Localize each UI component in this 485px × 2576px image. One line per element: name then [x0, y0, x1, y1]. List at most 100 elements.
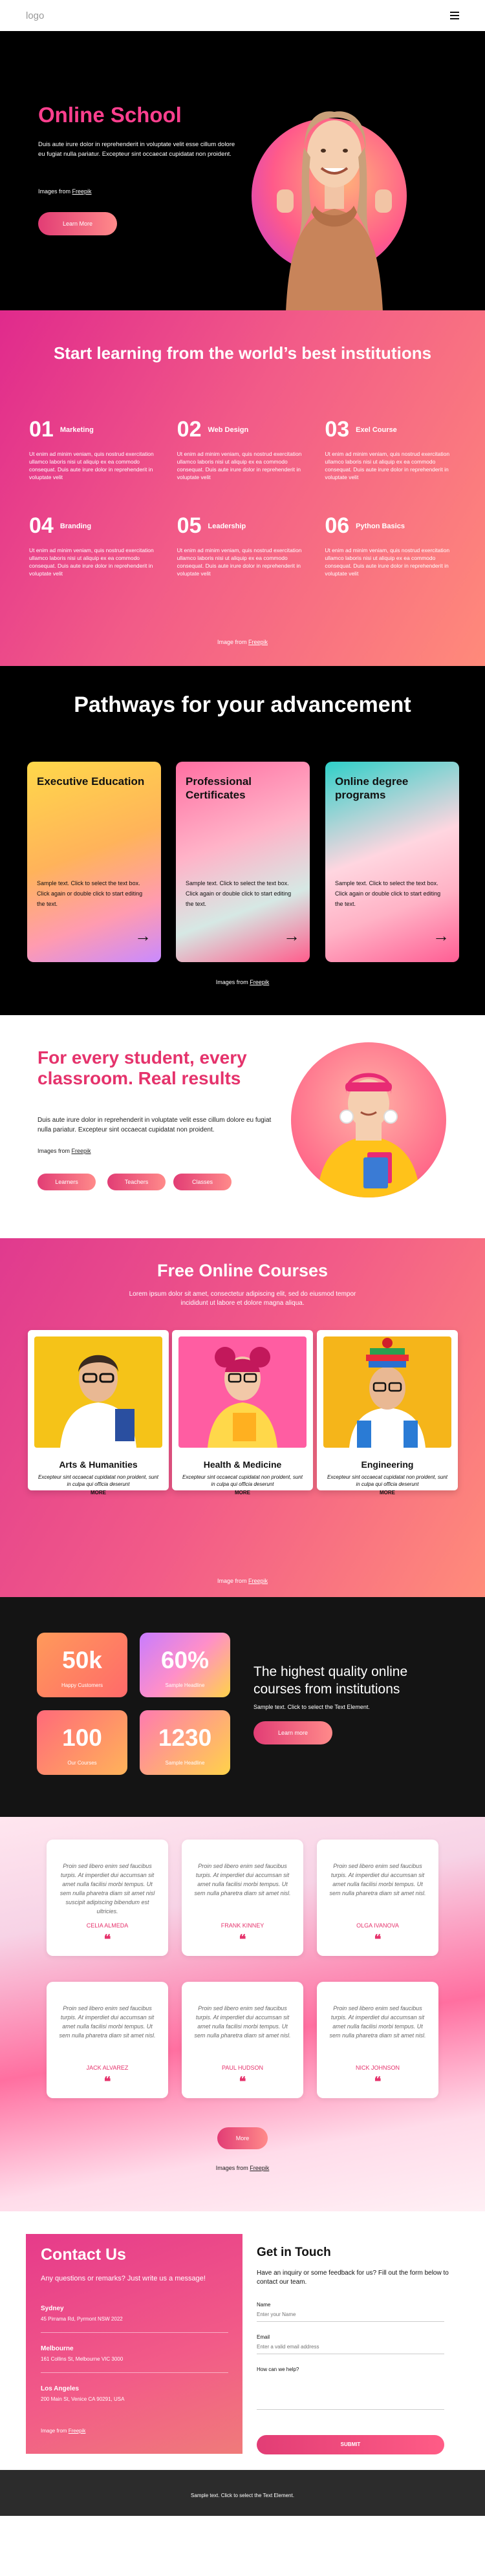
- stat-card: 60% Sample Headline: [140, 1633, 230, 1697]
- credit-prefix: Image from: [41, 2428, 67, 2434]
- testimonial-name: JACK ALVAREZ: [86, 2065, 129, 2071]
- divider: [41, 2372, 228, 2373]
- stat-label: Happy Customers: [61, 1682, 103, 1688]
- stat-value: 100: [62, 1724, 102, 1751]
- testimonial-card: Proin sed libero enim sed faucibus turpi…: [317, 1982, 438, 2098]
- arrow-right-icon[interactable]: →: [283, 926, 300, 946]
- testimonial-name: CELIA ALMEDA: [86, 1922, 129, 1929]
- topic-number: 02: [177, 417, 202, 442]
- footer-text: Sample text. Click to select the Text El…: [191, 2493, 294, 2498]
- teachers-button[interactable]: Teachers: [107, 1174, 166, 1190]
- testimonial-card: Proin sed libero enim sed faucibus turpi…: [47, 1982, 168, 2098]
- more-testimonials-button[interactable]: More: [217, 2127, 268, 2149]
- topic-item: 03 Exel Course Ut enim ad minim veniam, q…: [325, 417, 456, 481]
- course-card-engineering[interactable]: Engineering Excepteur sint occaecat cupi…: [317, 1330, 458, 1496]
- pathways-image-credit: Images from Freepik: [0, 979, 485, 985]
- testimonial-name: PAUL HUDSON: [221, 2065, 263, 2071]
- pathway-card-text: Sample text. Click to select the text bo…: [186, 880, 292, 907]
- office-address: 45 Pirrama Rd, Pyrmont NSW 2022: [41, 2316, 123, 2322]
- stat-value: 1230: [158, 1724, 212, 1751]
- testimonial-quote: Proin sed libero enim sed faucibus turpi…: [329, 2005, 426, 2039]
- learn-more-button[interactable]: Learn More: [38, 212, 117, 235]
- site-logo[interactable]: logo: [26, 10, 44, 21]
- topic-item: 02 Web Design Ut enim ad minim veniam, qu…: [177, 417, 308, 481]
- stats-learn-more-button[interactable]: Learn more: [253, 1721, 332, 1744]
- office-address: 161 Collins St, Melbourne VIC 3000: [41, 2356, 124, 2362]
- pathway-card-title: Executive Education: [37, 775, 145, 788]
- pathway-card-certificates[interactable]: Professional Certificates Sample text. C…: [176, 762, 310, 962]
- testimonial-quote: Proin sed libero enim sed faucibus turpi…: [194, 1863, 291, 1896]
- freepik-link[interactable]: Freepik: [250, 2165, 269, 2171]
- course-text: Excepteur sint occaecat cupidatat non pr…: [182, 1474, 303, 1487]
- pathway-card-text: Sample text. Click to select the text bo…: [335, 880, 441, 907]
- student-photo: [291, 1042, 446, 1197]
- pathway-card-degree[interactable]: Online degree programs Sample text. Clic…: [325, 762, 459, 962]
- stats-title: The highest quality online courses from …: [253, 1664, 408, 1697]
- arrow-right-icon[interactable]: →: [135, 926, 151, 946]
- message-label: How can we help?: [257, 2367, 299, 2372]
- office-melbourne: Melbourne 161 Collins St, Melbourne VIC …: [41, 2345, 228, 2373]
- hero-student-photo: [277, 111, 392, 310]
- course-text: Excepteur sint occaecat cupidatat non pr…: [327, 1474, 447, 1487]
- course-image: [323, 1336, 451, 1448]
- learning-title: Start learning from the world’s best ins…: [53, 343, 432, 363]
- hamburger-icon[interactable]: [450, 12, 459, 19]
- topic-number: 01: [29, 417, 54, 442]
- stat-value: 50k: [62, 1647, 102, 1673]
- freepik-link[interactable]: Freepik: [248, 639, 268, 645]
- freepik-link[interactable]: Freepik: [250, 979, 269, 985]
- pathways-section: Pathways for your advancement Executive …: [0, 666, 485, 1015]
- site-footer: Sample text. Click to select the Text El…: [0, 2470, 485, 2516]
- freepik-link[interactable]: Freepik: [69, 2428, 86, 2434]
- name-input[interactable]: [257, 2308, 444, 2322]
- course-image: [34, 1336, 162, 1448]
- course-card-health[interactable]: Health & Medicine Excepteur sint occaeca…: [172, 1330, 313, 1496]
- testimonial-name: OLGA IVANOVA: [356, 1922, 399, 1929]
- testimonial-card: Proin sed libero enim sed faucibus turpi…: [182, 1982, 303, 2098]
- classes-button[interactable]: Classes: [173, 1174, 232, 1190]
- course-card-arts[interactable]: Arts & Humanities Excepteur sint occaeca…: [28, 1330, 169, 1496]
- topic-text: Ut enim ad minim veniam, quis nostrud ex…: [29, 547, 154, 577]
- email-input[interactable]: [257, 2340, 444, 2354]
- testimonial-name: NICK JOHNSON: [355, 2065, 400, 2071]
- stat-label: Sample Headline: [165, 1682, 205, 1688]
- freepik-link[interactable]: Freepik: [248, 1578, 268, 1584]
- learning-section: Start learning from the world’s best ins…: [0, 310, 485, 666]
- course-more-link[interactable]: MORE: [28, 1490, 169, 1496]
- topic-title: Branding: [59, 522, 92, 530]
- form-title: Get in Touch: [257, 2246, 331, 2259]
- course-more-link[interactable]: MORE: [172, 1490, 313, 1496]
- topic-text: Ut enim ad minim veniam, quis nostrud ex…: [325, 451, 450, 480]
- contact-title: Contact Us: [41, 2246, 126, 2264]
- learners-button[interactable]: Learners: [38, 1174, 96, 1190]
- topic-item: 01 Marketing Ut enim ad minim veniam, qui…: [29, 417, 160, 481]
- submit-button[interactable]: SUBMIT: [257, 2435, 444, 2454]
- hero-image-credit: Images from Freepik: [38, 188, 92, 195]
- course-title: Health & Medicine: [203, 1459, 282, 1470]
- topic-text: Ut enim ad minim veniam, quis nostrud ex…: [29, 451, 154, 480]
- arrow-right-icon[interactable]: →: [433, 926, 449, 946]
- office-city: Sydney: [41, 2305, 64, 2312]
- topic-title: Python Basics: [356, 522, 405, 530]
- office-los-angeles: Los Angeles 200 Main St, Venice CA 90291…: [41, 2385, 228, 2402]
- message-textarea[interactable]: [257, 2372, 444, 2410]
- courses-section: Free Online Courses Lorem ipsum dolor si…: [0, 1238, 485, 1597]
- course-title: Arts & Humanities: [59, 1459, 138, 1470]
- topic-number: 04: [29, 513, 54, 538]
- pathway-card-executive[interactable]: Executive Education Sample text. Click t…: [27, 762, 161, 962]
- testimonials-image-credit: Images from Freepik: [0, 2165, 485, 2171]
- office-address: 200 Main St, Venice CA 90291, USA: [41, 2396, 125, 2402]
- topic-number: 06: [325, 513, 350, 538]
- freepik-link[interactable]: Freepik: [72, 188, 92, 195]
- topic-title: Marketing: [59, 425, 94, 434]
- pathways-title: Pathways for your advancement: [74, 692, 411, 717]
- freepik-link[interactable]: Freepik: [72, 1148, 91, 1154]
- courses-title: Free Online Courses: [156, 1261, 329, 1280]
- course-more-link[interactable]: MORE: [317, 1490, 458, 1496]
- topic-title: Leadership: [208, 522, 246, 530]
- message-field-group: How can we help?: [257, 2367, 444, 2413]
- office-city: Los Angeles: [41, 2385, 80, 2392]
- testimonial-quote: Proin sed libero enim sed faucibus turpi…: [329, 1863, 426, 1896]
- testimonial-quote: Proin sed libero enim sed faucibus turpi…: [59, 2005, 156, 2039]
- courses-subtitle: Lorem ipsum dolor sit amet, consectetur …: [129, 1291, 356, 1307]
